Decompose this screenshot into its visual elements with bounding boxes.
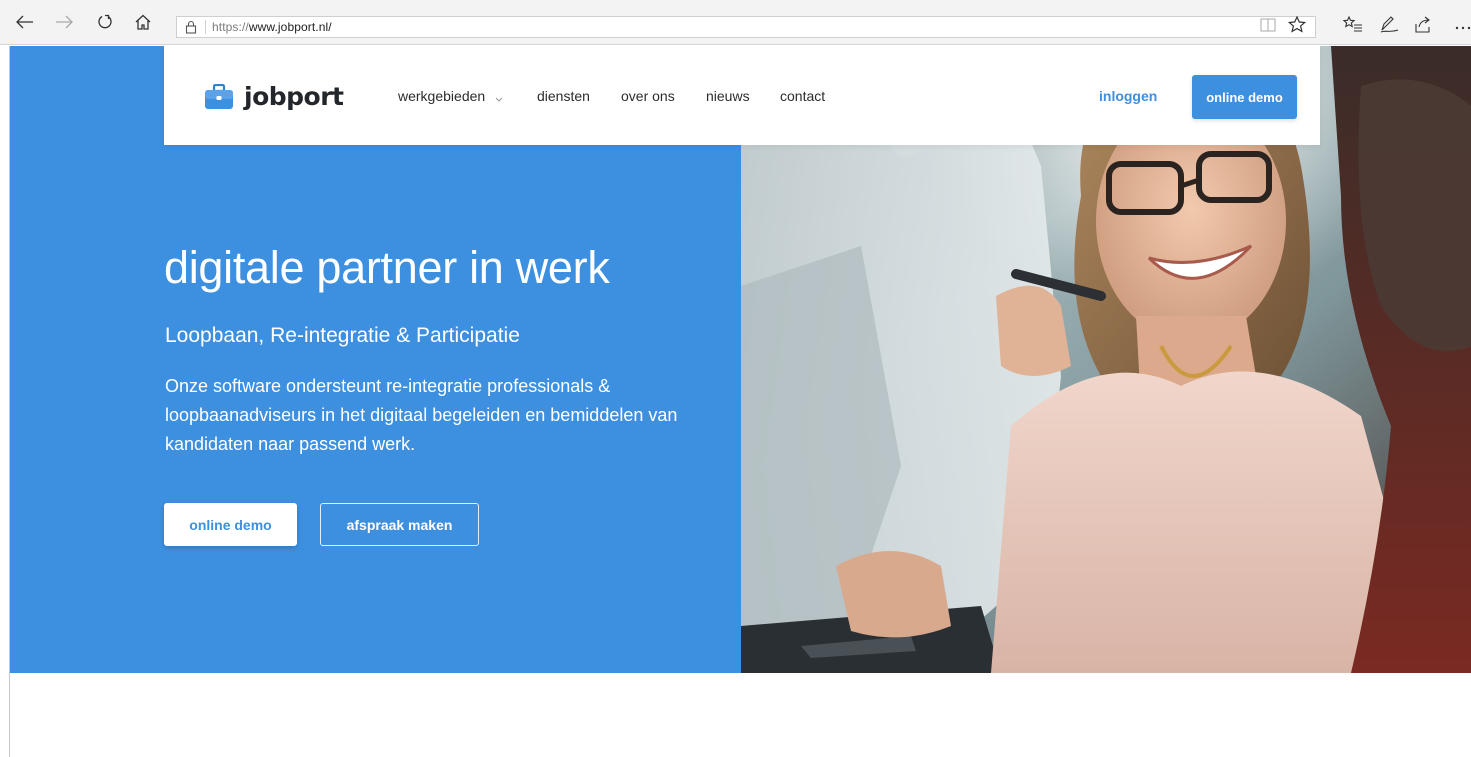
home-icon — [134, 14, 152, 30]
address-divider — [205, 20, 206, 34]
nav-item-werkgebieden[interactable]: werkgebieden — [398, 88, 503, 105]
favorites-list-icon — [1342, 15, 1363, 38]
forward-button[interactable] — [53, 12, 75, 32]
hero-description: Onze software ondersteunt re-integratie … — [165, 376, 678, 454]
online-demo-button[interactable]: online demo — [164, 503, 297, 546]
browser-toolbar: https://www.jobport.nl/ — [0, 0, 1471, 45]
nav-item-diensten[interactable]: diensten — [537, 88, 590, 104]
reading-view-button[interactable] — [1258, 18, 1278, 36]
url-host: www.jobport.nl/ — [248, 20, 332, 34]
nav-item-label: over ons — [621, 88, 675, 104]
logo[interactable]: jobport — [204, 82, 344, 111]
nav-item-label: diensten — [537, 88, 590, 104]
logo-text: jobport — [244, 82, 344, 111]
nav-item-label: contact — [780, 88, 826, 104]
home-button[interactable] — [132, 12, 154, 32]
nav-item-label: nieuws — [706, 88, 750, 104]
url-text[interactable]: https://www.jobport.nl/ — [212, 20, 332, 34]
nav-item-label: werkgebieden — [398, 88, 486, 104]
arrow-right-icon — [55, 15, 73, 29]
address-bar[interactable]: https://www.jobport.nl/ — [176, 16, 1316, 38]
pen-icon — [1379, 16, 1399, 38]
back-button[interactable] — [14, 12, 36, 32]
hero-subtitle: Loopbaan, Re-integratie & Participatie — [165, 324, 520, 347]
nav-item-nieuws[interactable]: nieuws — [706, 88, 750, 104]
hero-title: digitale partner in werk — [164, 242, 610, 293]
refresh-button[interactable] — [94, 12, 116, 32]
chevron-down-icon — [495, 89, 503, 105]
briefcase-icon — [204, 83, 234, 110]
afspraak-maken-button[interactable]: afspraak maken — [320, 503, 479, 546]
star-icon — [1287, 15, 1307, 38]
hero-section: jobport werkgebieden diensten over ons n… — [10, 46, 1471, 673]
favorites-hub-button[interactable] — [1342, 15, 1363, 38]
header-online-demo-button[interactable]: online demo — [1192, 75, 1297, 119]
url-protocol: https:// — [212, 20, 249, 34]
favorite-button[interactable] — [1287, 15, 1307, 38]
login-link[interactable]: inloggen — [1099, 88, 1157, 104]
lock-icon — [177, 17, 205, 37]
book-icon — [1260, 18, 1276, 37]
more-icon — [1454, 18, 1471, 36]
refresh-icon — [97, 14, 113, 30]
share-button[interactable] — [1413, 16, 1433, 38]
nav-item-over-ons[interactable]: over ons — [621, 88, 675, 104]
page-viewport: jobport werkgebieden diensten over ons n… — [9, 46, 1471, 757]
arrow-left-icon — [16, 15, 34, 29]
notes-button[interactable] — [1379, 16, 1399, 38]
share-icon — [1414, 16, 1432, 38]
more-button[interactable] — [1453, 18, 1471, 36]
nav-item-contact[interactable]: contact — [780, 88, 825, 104]
site-header: jobport werkgebieden diensten over ons n… — [164, 46, 1320, 145]
